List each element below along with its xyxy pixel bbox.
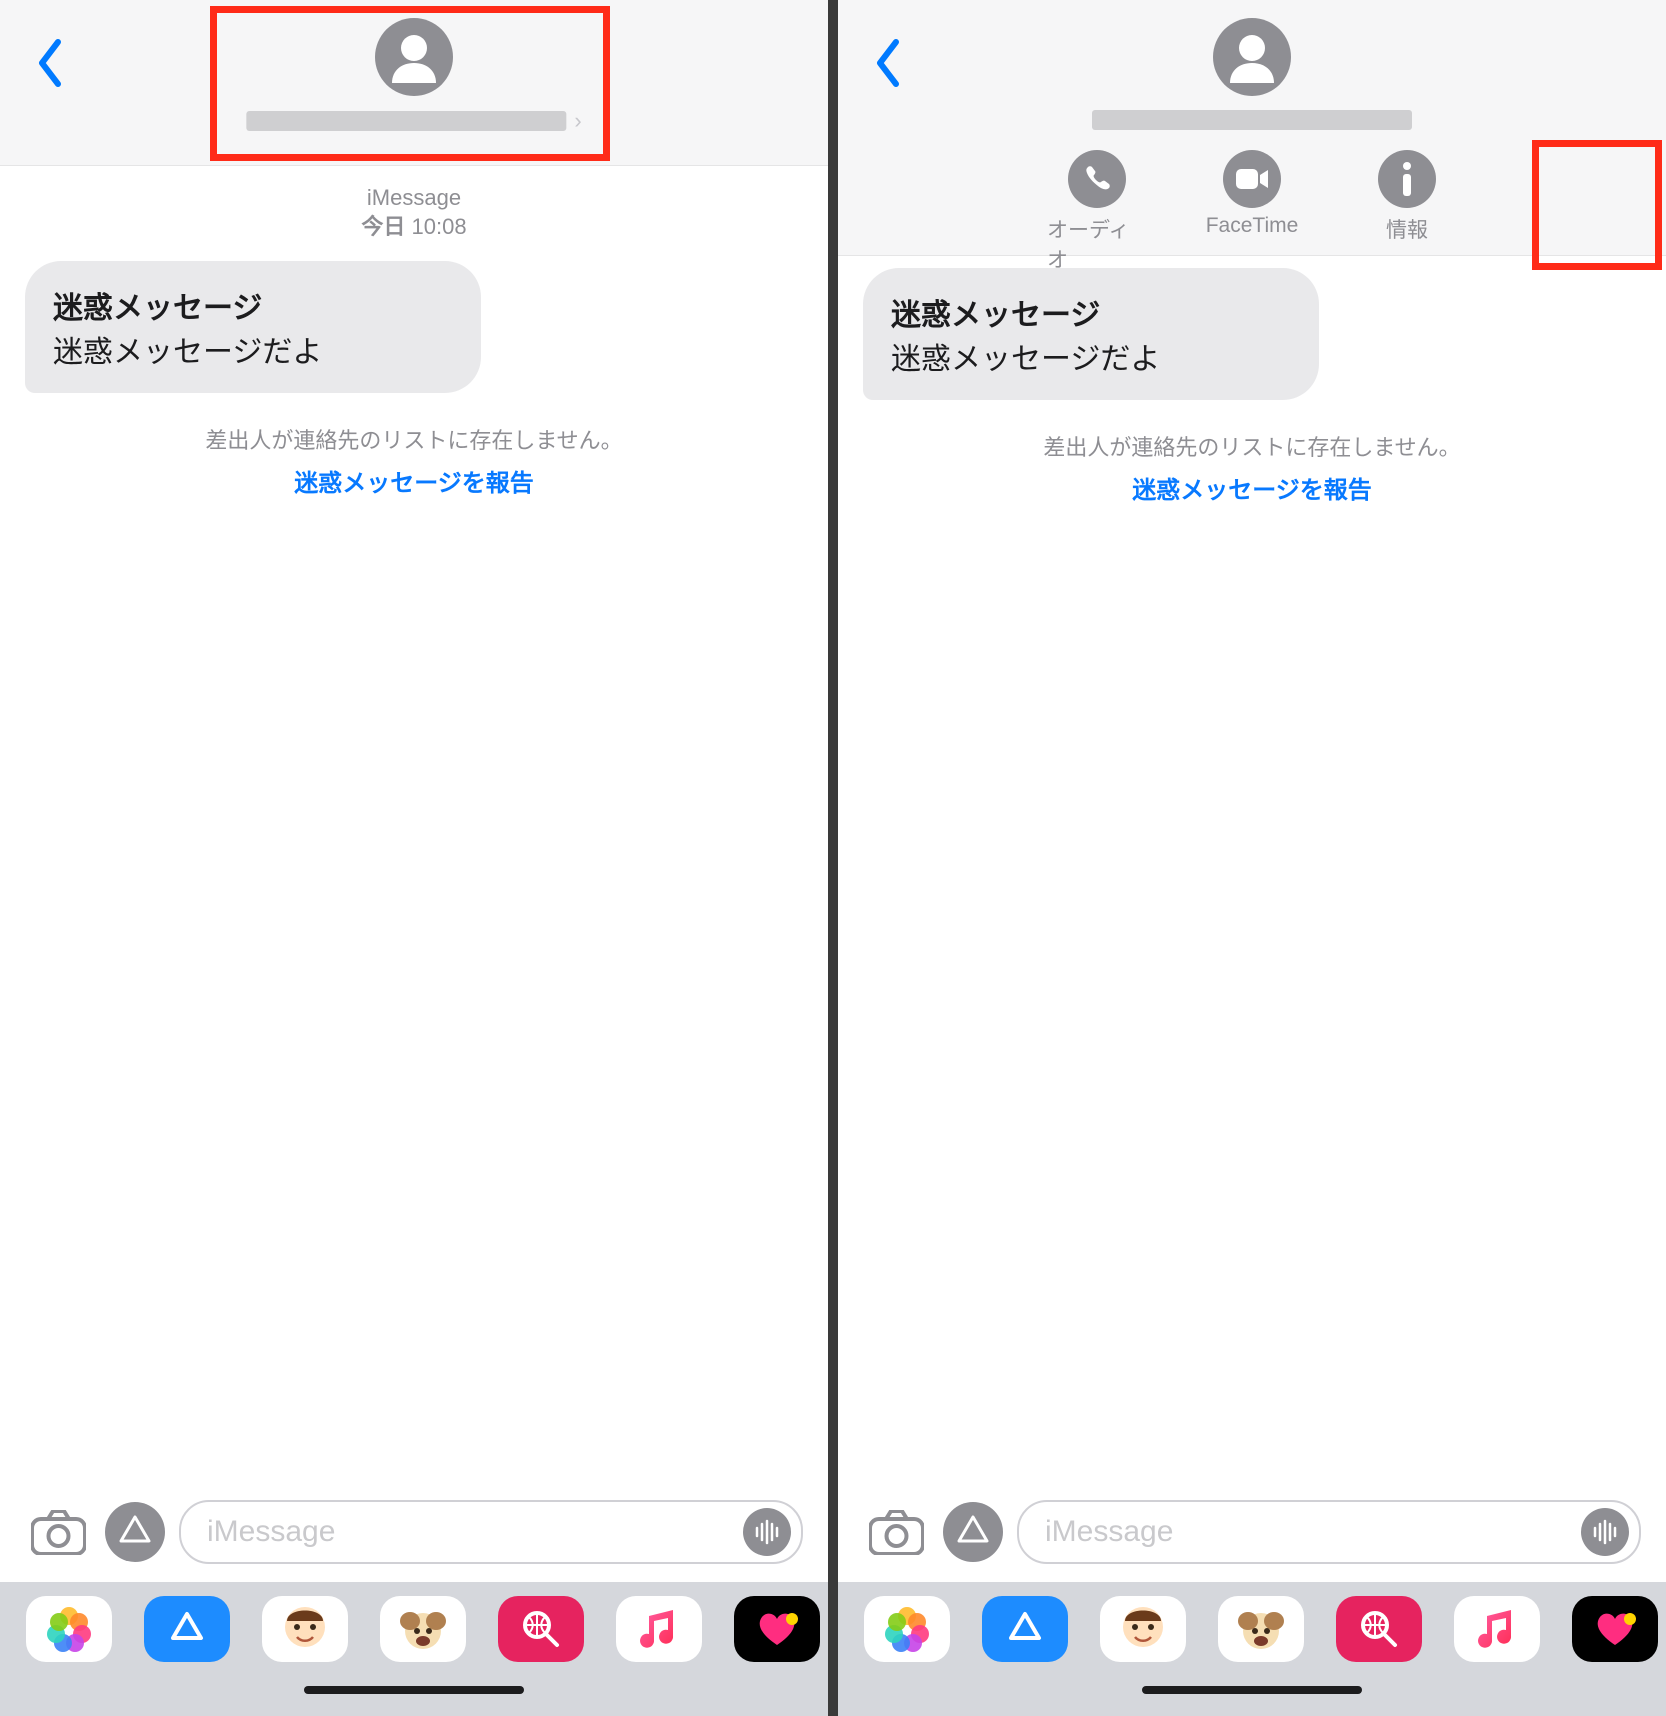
camera-button[interactable] — [863, 1502, 929, 1562]
service-label: iMessage — [0, 184, 828, 213]
camera-button[interactable] — [25, 1502, 91, 1562]
info-button[interactable]: 情報 — [1357, 150, 1457, 244]
contact-name-redacted — [246, 111, 566, 131]
back-button[interactable] — [868, 35, 908, 90]
input-bar: iMessage — [0, 1482, 828, 1582]
facetime-button[interactable]: FaceTime — [1202, 150, 1302, 238]
appstore-icon[interactable] — [144, 1596, 230, 1662]
sender-notice: 差出人が連絡先のリストに存在しません。 迷惑メッセージを報告 — [0, 423, 828, 498]
contact-name-row[interactable]: › — [246, 110, 581, 132]
incoming-bubble[interactable]: 迷惑メッセージ 迷惑メッセージだよ — [863, 268, 1319, 400]
message-placeholder: iMessage — [1045, 1515, 1173, 1549]
report-junk-link[interactable]: 迷惑メッセージを報告 — [0, 463, 828, 498]
message-meta: iMessage 今日 10:08 — [0, 184, 828, 241]
digitaltouch-icon[interactable] — [1572, 1596, 1658, 1662]
back-button[interactable] — [30, 35, 70, 90]
search-icon[interactable] — [498, 1596, 584, 1662]
memoji1-icon[interactable] — [1100, 1596, 1186, 1662]
message-input[interactable]: iMessage — [179, 1500, 803, 1564]
appstore-icon[interactable] — [982, 1596, 1068, 1662]
report-junk-link[interactable]: 迷惑メッセージを報告 — [838, 470, 1666, 505]
timestamp: 今日 10:08 — [0, 213, 828, 242]
info-icon — [1400, 161, 1414, 197]
memoji2-icon[interactable] — [380, 1596, 466, 1662]
sender-notice: 差出人が連絡先のリストに存在しません。 迷惑メッセージを報告 — [838, 430, 1666, 505]
contact-name-redacted — [1092, 110, 1412, 130]
video-icon — [1235, 167, 1269, 191]
chevron-left-icon — [874, 38, 902, 88]
home-indicator[interactable] — [0, 1676, 828, 1716]
right-pane: オーディオ FaceTime 情報 迷惑メッセージ 迷惑メッセージだよ 差出人が… — [838, 0, 1666, 1716]
app-strip-right[interactable] — [838, 1582, 1666, 1676]
notice-text: 差出人が連絡先のリストに存在しません。 — [838, 430, 1666, 462]
memoji1-icon[interactable] — [262, 1596, 348, 1662]
chevron-left-icon — [36, 38, 64, 88]
appstore-icon — [117, 1514, 153, 1550]
waveform-icon — [1591, 1518, 1619, 1546]
footer: iMessage — [0, 1482, 828, 1716]
search-icon[interactable] — [1336, 1596, 1422, 1662]
person-icon — [1220, 25, 1284, 89]
header: オーディオ FaceTime 情報 — [838, 0, 1666, 256]
footer: iMessage — [838, 1482, 1666, 1716]
music-icon[interactable] — [616, 1596, 702, 1662]
facetime-label: FaceTime — [1206, 214, 1299, 238]
digitaltouch-icon[interactable] — [734, 1596, 820, 1662]
contact-avatar[interactable] — [1213, 18, 1291, 96]
photos-icon[interactable] — [864, 1596, 950, 1662]
left-pane: › iMessage 今日 10:08 迷惑メッセージ 迷惑メッセージだよ 差出… — [0, 0, 828, 1716]
app-strip-left[interactable] — [0, 1582, 828, 1676]
appstore-drawer-button[interactable] — [943, 1502, 1003, 1562]
info-label: 情報 — [1386, 214, 1428, 244]
message-title: 迷惑メッセージ — [53, 283, 453, 327]
waveform-icon — [753, 1518, 781, 1546]
camera-icon — [869, 1510, 924, 1555]
notice-text: 差出人が連絡先のリストに存在しません。 — [0, 423, 828, 455]
message-input[interactable]: iMessage — [1017, 1500, 1641, 1564]
person-icon — [382, 25, 446, 89]
photos-icon[interactable] — [26, 1596, 112, 1662]
incoming-bubble[interactable]: 迷惑メッセージ 迷惑メッセージだよ — [25, 261, 481, 393]
home-indicator[interactable] — [838, 1676, 1666, 1716]
header: › — [0, 0, 828, 166]
appstore-drawer-button[interactable] — [105, 1502, 165, 1562]
phone-icon — [1081, 163, 1113, 195]
memoji2-icon[interactable] — [1218, 1596, 1304, 1662]
message-title: 迷惑メッセージ — [891, 290, 1291, 334]
contact-name-row[interactable] — [1092, 110, 1412, 130]
music-icon[interactable] — [1454, 1596, 1540, 1662]
message-body: 迷惑メッセージだよ — [53, 327, 453, 371]
contact-avatar[interactable] — [375, 18, 453, 96]
audio-record-button[interactable] — [743, 1508, 791, 1556]
appstore-icon — [955, 1514, 991, 1550]
pane-divider — [828, 0, 838, 1716]
message-body: 迷惑メッセージだよ — [891, 334, 1291, 378]
camera-icon — [31, 1510, 86, 1555]
input-bar: iMessage — [838, 1482, 1666, 1582]
audio-record-button[interactable] — [1581, 1508, 1629, 1556]
header-actions: オーディオ FaceTime 情報 — [838, 150, 1666, 255]
message-placeholder: iMessage — [207, 1515, 335, 1549]
chevron-right-icon: › — [574, 110, 581, 132]
